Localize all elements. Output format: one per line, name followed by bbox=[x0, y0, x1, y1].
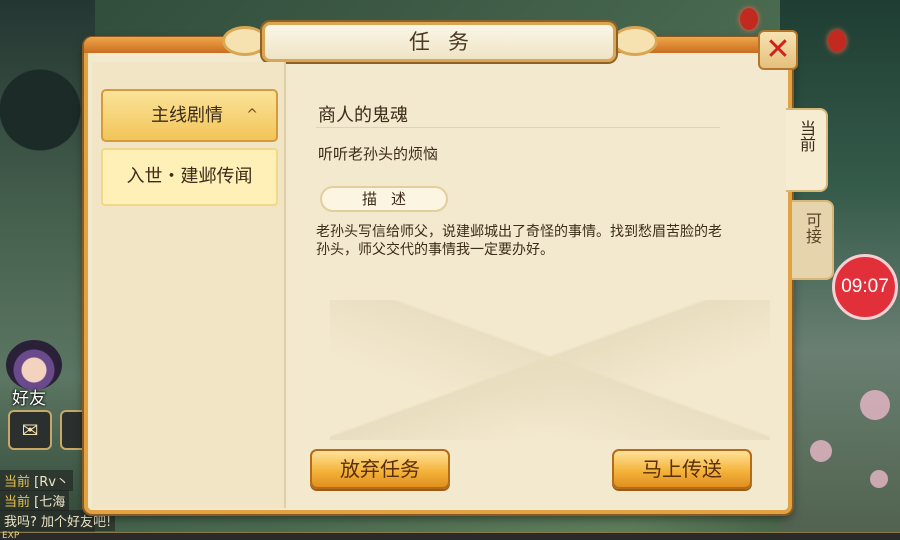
chat-text: [Rv丶 bbox=[34, 475, 69, 490]
chat-line: 当前 [七海 bbox=[0, 490, 70, 511]
dialog-title: 任务 bbox=[409, 30, 487, 54]
category-main-story[interactable]: 主线剧情 ^ bbox=[101, 89, 278, 142]
abandon-quest-button[interactable]: 放弃任务 bbox=[310, 449, 450, 489]
exp-bar bbox=[0, 532, 900, 540]
chat-text: 我吗? 加个好友吧! bbox=[4, 515, 112, 530]
quest-list-item[interactable]: 入世・建邺传闻 bbox=[101, 148, 278, 206]
blossom-decoration bbox=[860, 390, 890, 420]
mountain-background-decoration bbox=[330, 300, 770, 440]
tab-available-label: 可接 bbox=[803, 212, 822, 244]
tab-current-label: 当前 bbox=[797, 120, 816, 152]
friends-avatar-icon[interactable] bbox=[6, 340, 62, 390]
blossom-decoration bbox=[810, 440, 832, 462]
chat-channel: 当前 bbox=[4, 475, 31, 490]
game-background-left bbox=[0, 0, 95, 540]
chat-line: 当前 [Rv丶 bbox=[0, 470, 73, 491]
title-scroll-ornament-right bbox=[612, 26, 658, 56]
chat-button[interactable]: ✉ bbox=[8, 410, 52, 450]
chat-bubble-icon: ✉ bbox=[21, 418, 39, 442]
quest-description: 老孙头写信给师父，说建邺城出了奇怪的事情。找到愁眉苦脸的老孙头，师父交代的事情我… bbox=[316, 224, 722, 258]
close-x-icon: ✕ bbox=[765, 32, 791, 67]
teleport-button[interactable]: 马上传送 bbox=[612, 449, 752, 489]
quest-subtitle: 听听老孙头的烦恼 bbox=[318, 145, 439, 163]
chat-channel: 当前 bbox=[4, 495, 31, 510]
chevron-up-icon: ^ bbox=[246, 107, 258, 123]
close-button[interactable]: ✕ bbox=[758, 30, 798, 70]
category-label: 主线剧情 bbox=[151, 105, 223, 126]
lantern-decoration bbox=[740, 8, 758, 30]
chat-text: [七海 bbox=[34, 495, 66, 510]
friends-label[interactable]: 好友 bbox=[12, 384, 46, 409]
quest-title: 商人的鬼魂 bbox=[318, 105, 408, 126]
tab-current[interactable]: 当前 bbox=[786, 108, 828, 192]
exp-label: EXP bbox=[2, 531, 20, 540]
blossom-decoration bbox=[870, 470, 888, 488]
lantern-decoration bbox=[828, 30, 846, 52]
divider bbox=[316, 127, 720, 128]
description-tag: 描述 bbox=[320, 186, 448, 212]
tab-available[interactable]: 可接 bbox=[792, 200, 834, 280]
timer-badge: 09:07 bbox=[832, 254, 898, 320]
